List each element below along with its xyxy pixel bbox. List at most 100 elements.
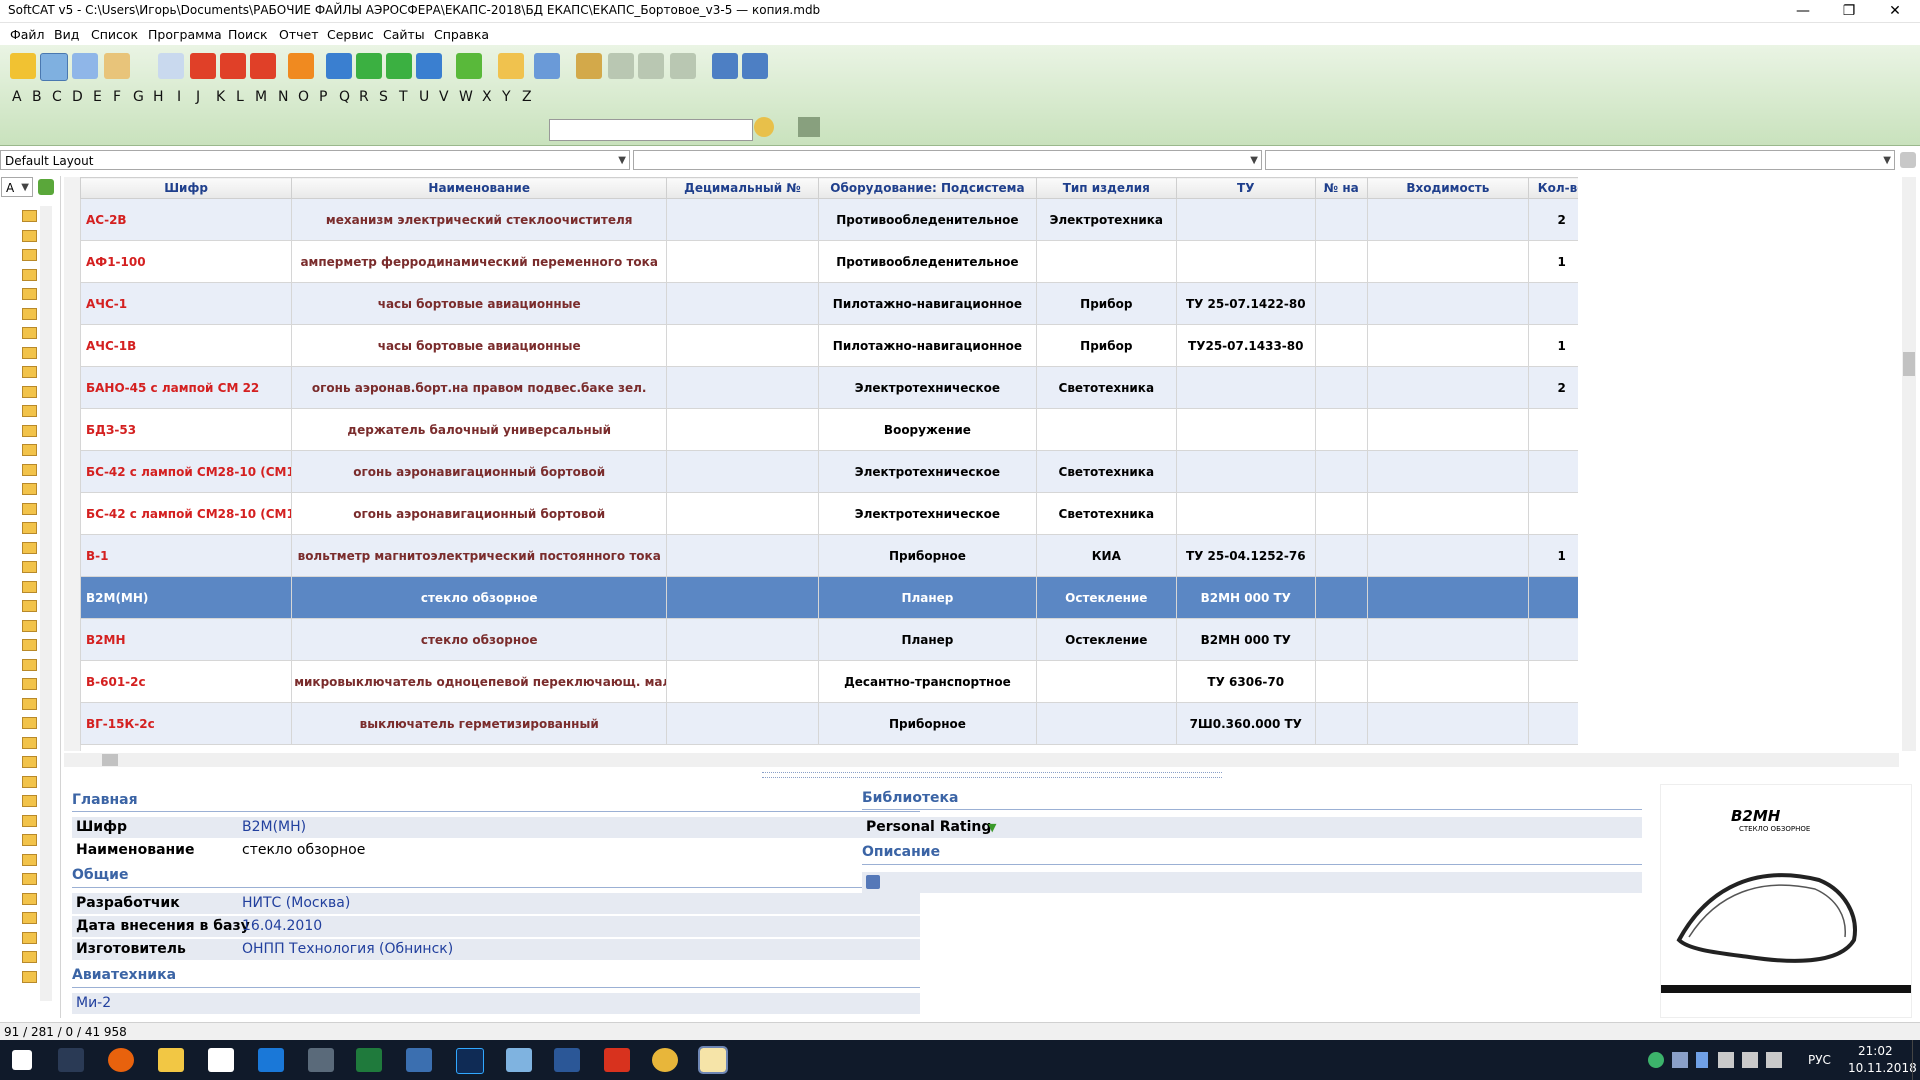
folder-icon[interactable] — [22, 522, 37, 534]
table-cell[interactable] — [1366, 576, 1530, 619]
table-cell[interactable]: стекло обзорное — [291, 576, 668, 619]
table-cell[interactable] — [1366, 240, 1530, 283]
open-icon[interactable] — [10, 53, 36, 79]
table-cell[interactable] — [1315, 408, 1368, 451]
column-header[interactable]: Тип изделия — [1036, 177, 1177, 199]
chrome-icon[interactable] — [652, 1048, 678, 1072]
letter-h[interactable]: H — [153, 89, 164, 105]
folder-icon[interactable] — [22, 912, 37, 924]
table-cell[interactable] — [666, 702, 819, 745]
table-cell[interactable]: огонь аэронав.борт.на правом подвес.баке… — [291, 366, 668, 409]
grid-horizontal-scrollbar[interactable] — [64, 753, 1899, 767]
table-cell[interactable]: ТУ 25-07.1422-80 — [1175, 282, 1317, 325]
letter-s[interactable]: S — [379, 89, 388, 105]
table-cell[interactable]: ТУ 6306-70 — [1175, 660, 1317, 703]
table-cell[interactable]: Приборное — [817, 534, 1038, 577]
table-cell[interactable] — [1528, 492, 1578, 535]
table-cell[interactable] — [666, 408, 819, 451]
table-cell[interactable] — [1315, 282, 1368, 325]
table-cell[interactable] — [1366, 366, 1530, 409]
table-row[interactable]: БС-42 с лампой СМ28-10 (СМ15) огонь аэрон… — [80, 450, 1578, 493]
prev-record-icon[interactable] — [356, 53, 382, 79]
table-cell[interactable] — [1315, 702, 1368, 745]
table-row[interactable]: АС-2В механизм электрический стеклоочисти… — [80, 198, 1578, 241]
menu-file[interactable]: Файл — [10, 27, 45, 42]
menu-sites[interactable]: Сайты — [383, 27, 425, 42]
check-icon[interactable] — [456, 53, 482, 79]
minimize-button[interactable]: — — [1780, 0, 1826, 22]
table-row[interactable]: В-601-2с микровыключатель одноцепевой пер… — [80, 660, 1578, 703]
table-cell[interactable]: микровыключатель одноцепевой переключающ… — [291, 660, 668, 703]
folder-icon[interactable] — [22, 795, 37, 807]
table-cell[interactable]: 1 — [1528, 324, 1578, 367]
clock-time[interactable]: 21:02 — [1858, 1044, 1893, 1058]
column-header[interactable]: ТУ — [1175, 177, 1317, 199]
table-cell[interactable]: Светотехника — [1036, 366, 1177, 409]
app3-icon[interactable] — [506, 1048, 532, 1072]
folder-icon[interactable] — [22, 853, 37, 866]
folder-icon[interactable] — [22, 249, 37, 261]
table-cell[interactable]: огонь аэронавигационный бортовой — [291, 450, 668, 493]
table-cell[interactable]: В2М(МН) — [80, 576, 293, 619]
table-cell[interactable]: В-601-2с — [80, 660, 293, 703]
table-cell[interactable]: ТУ 25-04.1252-76 — [1175, 534, 1317, 577]
table-cell[interactable]: 2 — [1528, 366, 1578, 409]
column-header[interactable]: Входимость — [1366, 177, 1530, 199]
table-cell[interactable] — [666, 324, 819, 367]
table-cell[interactable]: БС-42 с лампой СМ28-10 (СМ15) — [80, 450, 293, 493]
language-indicator[interactable]: РУС — [1808, 1053, 1831, 1067]
maker-value[interactable]: ОНПП Технология (Обнинск) — [242, 941, 453, 957]
wifi-icon[interactable] — [1718, 1052, 1734, 1068]
table-cell[interactable] — [1175, 450, 1317, 493]
table-row[interactable]: В2М(МН) стекло обзорное Планер Остекление В2… — [80, 576, 1578, 619]
column-header[interactable]: Оборудование: Подсистема — [817, 177, 1038, 199]
table-cell[interactable] — [1036, 240, 1177, 283]
table-icon[interactable] — [72, 53, 98, 79]
table-cell[interactable] — [1366, 702, 1530, 745]
table-cell[interactable]: Светотехника — [1036, 450, 1177, 493]
table-cell[interactable] — [1175, 240, 1317, 283]
table-cell[interactable]: амперметр ферродинамический переменного … — [291, 240, 668, 283]
folder-icon[interactable] — [22, 619, 37, 632]
letter-o[interactable]: O — [298, 89, 309, 105]
letter-y[interactable]: Y — [502, 89, 511, 105]
table-cell[interactable]: Светотехника — [1036, 492, 1177, 535]
menu-program[interactable]: Программа — [148, 27, 222, 42]
next-record-icon[interactable] — [386, 53, 412, 79]
table-cell[interactable]: БС-42 с лампой СМ28-10 (СМ15) — [80, 492, 293, 535]
folder-icon[interactable] — [22, 307, 37, 320]
table-cell[interactable] — [1528, 702, 1578, 745]
table-cell[interactable] — [1528, 660, 1578, 703]
letter-x[interactable]: X — [482, 89, 492, 105]
chart-icon[interactable] — [742, 53, 768, 79]
tray-icon[interactable] — [1672, 1052, 1688, 1068]
layout-select[interactable]: Default Layout ▼ — [0, 150, 630, 170]
table-cell[interactable]: 1 — [1528, 534, 1578, 577]
table-cell[interactable] — [1036, 408, 1177, 451]
aviation-item[interactable]: Ми-2 — [76, 995, 111, 1011]
letter-e[interactable]: E — [93, 89, 102, 105]
link-icon[interactable] — [576, 53, 602, 79]
letter-j[interactable]: J — [196, 89, 200, 105]
table-cell[interactable] — [666, 660, 819, 703]
table-cell[interactable]: КИА — [1036, 534, 1177, 577]
table-cell[interactable] — [1175, 366, 1317, 409]
folder-icon[interactable] — [22, 561, 37, 573]
table-cell[interactable]: механизм электрический стеклоочистителя — [291, 198, 668, 241]
letter-m[interactable]: M — [255, 89, 267, 105]
windows-start-icon[interactable] — [12, 1050, 32, 1070]
table-cell[interactable] — [666, 576, 819, 619]
letter-p[interactable]: P — [319, 89, 327, 105]
table-cell[interactable] — [1366, 324, 1530, 367]
table-cell[interactable] — [666, 492, 819, 535]
column-header[interactable]: № на — [1315, 177, 1368, 199]
table-cell[interactable]: Остекление — [1036, 576, 1177, 619]
table-cell[interactable]: огонь аэронавигационный бортовой — [291, 492, 668, 535]
table-cell[interactable]: вольтметр магнитоэлектрический постоянно… — [291, 534, 668, 577]
table-cell[interactable] — [1315, 660, 1368, 703]
tree-letter-select[interactable]: A ▼ — [1, 177, 33, 197]
word-icon[interactable] — [554, 1048, 580, 1072]
table-cell[interactable]: Приборное — [817, 702, 1038, 745]
table-cell[interactable]: выключатель герметизированный — [291, 702, 668, 745]
table-row[interactable]: БДЗ-53 держатель балочный универсальный Во… — [80, 408, 1578, 451]
